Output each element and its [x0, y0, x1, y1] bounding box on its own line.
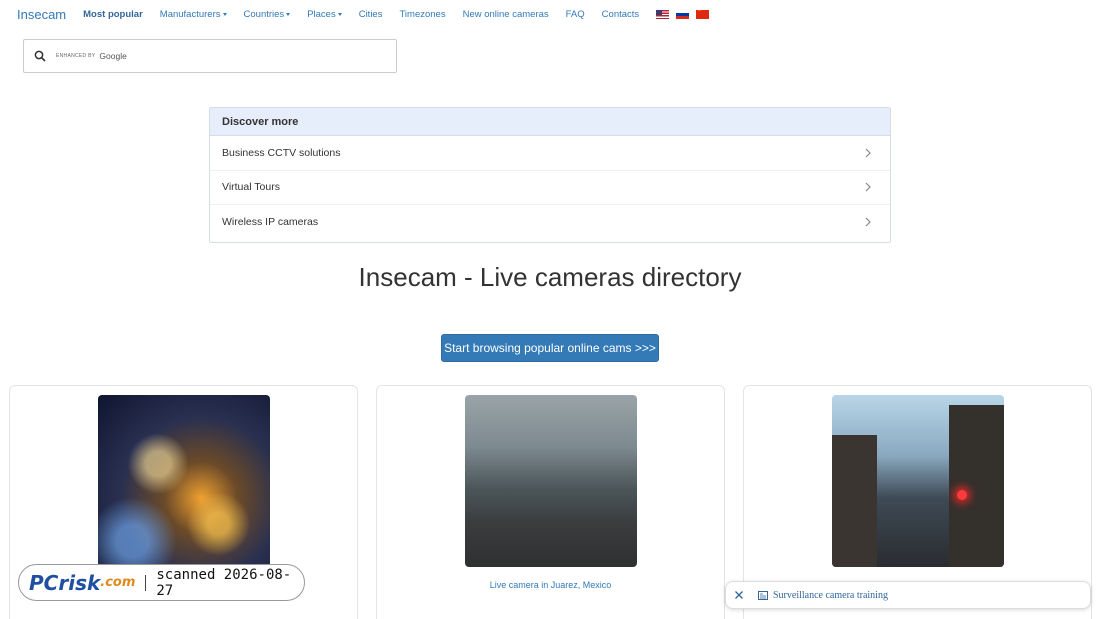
camera-caption-link[interactable]: Live camera in Juarez, Mexico — [377, 580, 724, 590]
discover-more-panel: Discover more Business CCTV solutions Vi… — [209, 107, 891, 243]
language-flags — [656, 9, 710, 19]
pcrisk-watermark: PC risk .com scanned 2026-08-27 — [18, 564, 305, 601]
camera-thumbnail[interactable] — [465, 395, 637, 567]
article-icon — [758, 590, 768, 600]
top-navbar: Insecam Most popular Manufacturers Count… — [0, 0, 1100, 28]
brand-link[interactable]: Insecam — [17, 7, 66, 22]
chevron-right-icon — [865, 182, 871, 192]
camera-thumbnail[interactable] — [832, 395, 1004, 567]
nav-manufacturers-dropdown[interactable]: Manufacturers — [160, 9, 227, 20]
nav-timezones[interactable]: Timezones — [399, 9, 445, 20]
nav-cities[interactable]: Cities — [359, 9, 383, 20]
nav-countries-dropdown[interactable]: Countries — [244, 9, 291, 20]
us-flag-icon[interactable] — [656, 9, 670, 19]
google-search-input[interactable]: ENHANCED BY Google — [23, 39, 397, 73]
discover-item-business-cctv[interactable]: Business CCTV solutions — [210, 136, 890, 171]
page-title: Insecam - Live cameras directory — [358, 262, 742, 292]
start-browsing-button[interactable]: Start browsing popular online cams >>> — [441, 334, 659, 362]
cn-flag-icon[interactable] — [696, 9, 710, 19]
nav-contacts[interactable]: Contacts — [602, 9, 640, 20]
nav-new-online-cameras[interactable]: New online cameras — [463, 9, 549, 20]
camera-light-spot — [957, 490, 967, 500]
watermark-separator — [145, 574, 147, 591]
close-icon[interactable] — [734, 590, 744, 600]
google-label: Google — [99, 51, 127, 61]
ad-popup: Surveillance camera training — [725, 581, 1091, 609]
pcrisk-logo: PC risk .com — [29, 570, 136, 595]
ru-flag-icon[interactable] — [676, 9, 690, 19]
discover-item-virtual-tours[interactable]: Virtual Tours — [210, 171, 890, 205]
discover-item-wireless-ip-cameras[interactable]: Wireless IP cameras — [210, 205, 890, 240]
nav-most-popular[interactable]: Most popular — [83, 9, 143, 20]
search-icon — [34, 50, 46, 62]
chevron-right-icon — [865, 217, 871, 227]
camera-thumbnail[interactable] — [98, 395, 270, 567]
enhanced-by-label: ENHANCED BY — [56, 53, 96, 59]
chevron-right-icon — [865, 148, 871, 158]
caret-down-icon — [286, 12, 291, 16]
nav-places-dropdown[interactable]: Places — [307, 9, 342, 20]
caret-down-icon — [337, 12, 342, 16]
scanned-date: scanned 2026-08-27 — [156, 566, 292, 599]
discover-more-title: Discover more — [210, 108, 890, 136]
caret-down-icon — [222, 12, 227, 16]
popup-link[interactable]: Surveillance camera training — [773, 590, 888, 601]
nav-faq[interactable]: FAQ — [566, 9, 585, 20]
camera-card: Live camera in Juarez, Mexico — [376, 385, 725, 619]
